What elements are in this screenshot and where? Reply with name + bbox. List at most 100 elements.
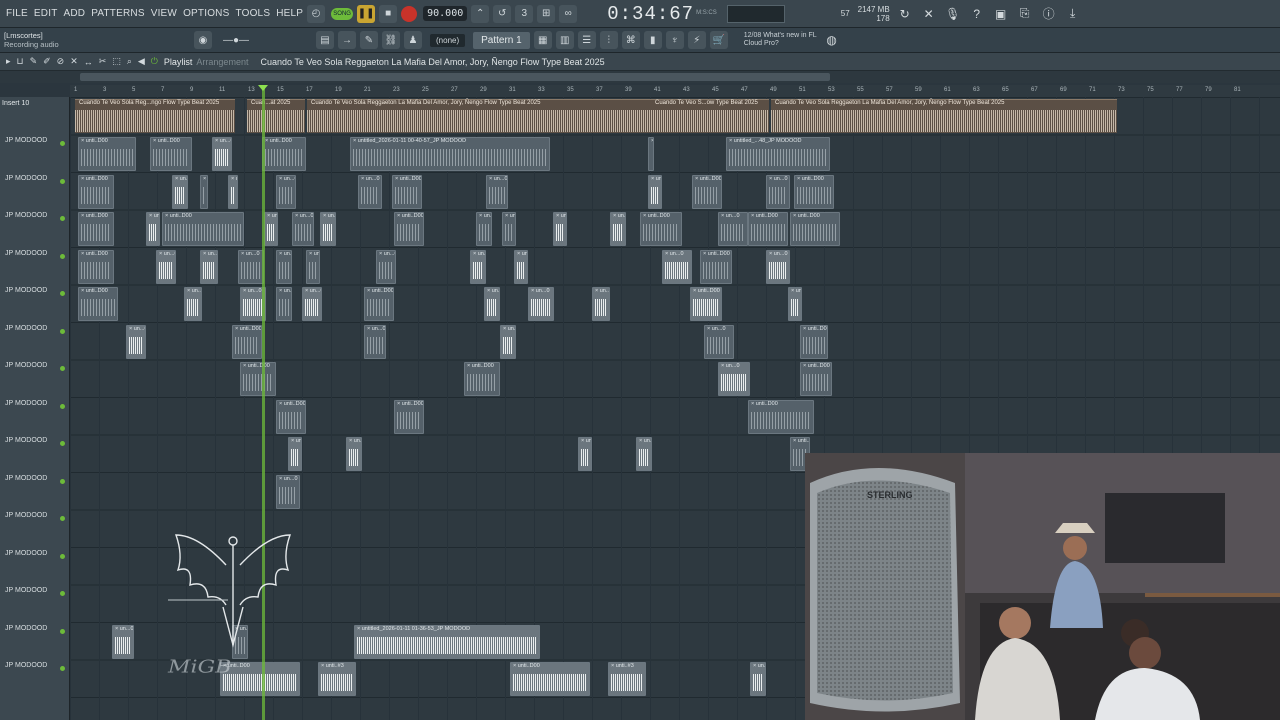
audio-clip[interactable]: × un...0	[704, 324, 734, 359]
audio-clip[interactable]: × un...0	[156, 249, 176, 284]
select-tool-icon[interactable]: ⬚	[112, 56, 121, 67]
news-panel[interactable]: 12/08 What's new in FL Cloud Pro?	[744, 32, 817, 48]
track-mute-led[interactable]	[60, 516, 65, 521]
song-position-display[interactable]: 0:34:67	[607, 3, 694, 25]
audio-clip[interactable]: × unti..D00	[692, 174, 722, 209]
audio-clip[interactable]: × un...0	[320, 212, 336, 246]
link-icon[interactable]: ⛓	[382, 31, 400, 49]
audio-clip[interactable]: × unti..D00	[794, 174, 834, 209]
menu-tools[interactable]: TOOLS	[235, 8, 270, 19]
track-header[interactable]: JP MODOOD	[0, 587, 70, 596]
audio-clip[interactable]: × un...0	[476, 212, 492, 246]
track-mute-led[interactable]	[60, 553, 65, 559]
track-header[interactable]: JP MODOOD	[0, 475, 70, 484]
audio-clip[interactable]: × un...0	[358, 174, 382, 209]
audio-clip[interactable]: × un...0	[766, 249, 790, 284]
audio-clip[interactable]: × un...0	[276, 174, 296, 209]
wait-input-icon[interactable]: ↺	[493, 4, 512, 23]
audio-clip[interactable]: × unti..D00	[78, 287, 118, 321]
timeline-ruler[interactable]: 1 3 5 7 9 11 13 15 17 19 21 23 25 27 29 31 33 35 37 39 41 43 4…	[70, 85, 1280, 97]
audio-clip[interactable]: × un...0	[238, 249, 264, 284]
zoom-tool-icon[interactable]: ⌕	[127, 56, 132, 67]
track-header[interactable]: JP MODOOD	[0, 362, 70, 371]
slip-tool-icon[interactable]: ↔	[84, 57, 93, 67]
reference-audio-clip[interactable]: Cuando Te Veo Sola Reggaeton La Mafia De…	[771, 99, 1117, 133]
audio-clip[interactable]: × un...0	[528, 287, 554, 321]
menu-options[interactable]: OPTIONS	[183, 8, 229, 19]
audio-clip[interactable]: × un...0	[636, 437, 652, 471]
audio-clip[interactable]: × unti..D00	[700, 249, 732, 284]
microphone-icon[interactable]: 🎙	[944, 5, 962, 23]
audio-clip[interactable]: × un...0	[302, 287, 322, 321]
audio-clip[interactable]: × un...0	[288, 437, 302, 471]
audio-clip[interactable]: × unti..#3	[608, 662, 646, 696]
audio-clip[interactable]: × un...0	[486, 174, 508, 209]
audio-clip[interactable]: × unti..D00	[800, 324, 828, 359]
draw-tool-icon[interactable]: ✎	[30, 56, 38, 67]
playlist-overview-scrollbar[interactable]	[0, 71, 1280, 83]
audio-clip[interactable]: × un...0	[200, 249, 218, 284]
info-icon[interactable]: ⓘ	[1040, 5, 1058, 23]
menu-file[interactable]: FILE	[6, 8, 28, 19]
audio-clip[interactable]: × unti..D00	[364, 287, 394, 321]
countdown-icon[interactable]: 3	[515, 4, 534, 23]
audio-clip[interactable]: × un...0	[718, 362, 750, 396]
pattern-selector[interactable]: Pattern 1	[473, 31, 530, 49]
arrangement-label[interactable]: Arrangement	[196, 57, 248, 67]
audio-clip[interactable]: × un...0	[592, 287, 610, 321]
audio-clip[interactable]: × un...0	[750, 662, 766, 696]
audio-clip[interactable]: × un...0	[788, 287, 802, 321]
audio-clip[interactable]: × un...0	[578, 437, 592, 471]
browser-icon[interactable]: ⌘	[621, 31, 640, 49]
mixer-icon[interactable]: ⫶	[599, 31, 618, 49]
arrow-icon[interactable]: →	[338, 31, 356, 49]
track-header[interactable]: JP MODOOD	[0, 175, 70, 184]
playlist-icon[interactable]: ▦	[533, 31, 552, 49]
reference-audio-clip[interactable]: Cuan...at 2025	[247, 99, 305, 133]
channel-select[interactable]: (none)	[430, 33, 466, 47]
playback-tool-icon[interactable]: ◀	[138, 56, 145, 67]
audio-clip[interactable]: × unti..D00	[690, 287, 722, 321]
track-header[interactable]: JP MODOOD	[0, 250, 70, 259]
audio-clip[interactable]: × unti..D00	[78, 249, 114, 284]
play-button[interactable]: ❚❚	[357, 4, 376, 23]
audio-clip[interactable]: × un...0	[514, 249, 528, 284]
track-mute-led[interactable]	[60, 366, 65, 371]
audio-clip[interactable]: × un...0	[264, 212, 278, 246]
track-mute-led[interactable]	[60, 141, 65, 146]
reference-audio-clip[interactable]: Cuando Te Veo Sola Reg...ngo Flow Type B…	[75, 99, 235, 133]
track-mute-led[interactable]	[60, 478, 65, 484]
audio-clip[interactable]: × un...0	[112, 624, 134, 659]
audio-clip[interactable]: × un...0	[502, 212, 516, 246]
track-mute-led[interactable]	[60, 591, 65, 596]
audio-clip[interactable]: × un...0	[276, 249, 292, 284]
metronome-toggle-icon[interactable]: ⌃	[471, 4, 490, 23]
playlist-play-icon[interactable]: ⏻	[151, 56, 158, 67]
audio-clip[interactable]: × unti..D00	[262, 137, 306, 171]
track-mute-led[interactable]	[60, 441, 65, 446]
audio-clip[interactable]: × untitled_2026-01-11 01-36-53_JP MODOOD	[354, 624, 540, 659]
mic-icon[interactable]: ♆	[665, 31, 684, 49]
plugin-icon[interactable]: ▮	[643, 31, 662, 49]
audio-clip[interactable]: × un...0	[146, 212, 160, 246]
record-button[interactable]	[401, 5, 418, 22]
piano-roll-icon[interactable]: ▥	[555, 31, 574, 49]
track-header[interactable]: JP MODOOD	[0, 662, 70, 671]
menu-add[interactable]: ADD	[64, 8, 86, 19]
snap-icon[interactable]: ▤	[316, 31, 334, 49]
audio-clip[interactable]: × un...0	[228, 174, 238, 209]
audio-clip[interactable]: × unti..D00	[394, 399, 424, 434]
song-mode-toggle[interactable]: SONG	[331, 7, 354, 20]
track-mute-led[interactable]	[60, 291, 65, 296]
track-header[interactable]: JP MODOOD	[0, 400, 70, 409]
audio-clip[interactable]: × un...0	[662, 249, 692, 284]
audio-clip[interactable]: × un...0	[212, 137, 232, 171]
audio-clip[interactable]: × un...0	[276, 474, 300, 509]
audio-clip[interactable]: × un...0	[648, 174, 662, 209]
audio-clip[interactable]: × un...0	[200, 174, 208, 209]
track-mute-led[interactable]	[60, 403, 65, 409]
stamp-icon[interactable]: ♟	[404, 31, 422, 49]
track-mute-led[interactable]	[60, 666, 65, 671]
snap-magnet-icon[interactable]: ⊔	[17, 56, 24, 67]
audio-clip[interactable]: × unti..D00	[150, 137, 192, 171]
